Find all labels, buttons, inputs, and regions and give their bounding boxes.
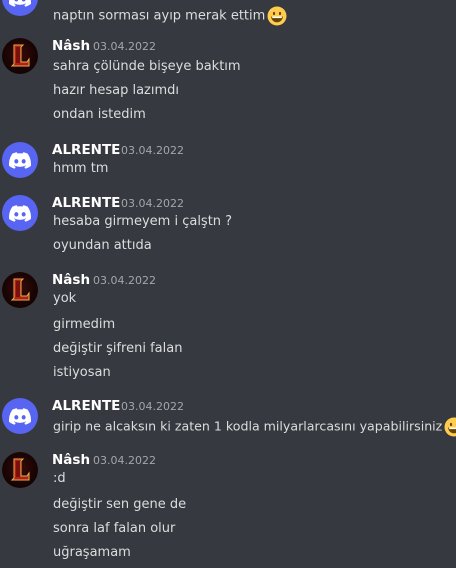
message-line: yok [53, 291, 77, 306]
timestamp: 03.04.2022 [121, 197, 184, 210]
nash-logo-icon [10, 458, 30, 481]
message-line: sonra laf falan olur [53, 521, 176, 536]
author-name[interactable]: ALRENTE [52, 142, 120, 158]
timestamp: 03.04.2022 [121, 144, 184, 157]
timestamp: 03.04.2022 [93, 40, 156, 53]
avatar[interactable] [2, 142, 38, 178]
timestamp: 03.04.2022 [93, 454, 156, 467]
author-name[interactable]: Nâsh [52, 272, 90, 288]
author-name[interactable]: ALRENTE [52, 398, 120, 414]
discord-logo-icon [9, 407, 31, 425]
avatar[interactable] [2, 38, 38, 74]
discord-logo-icon [9, 0, 31, 7]
nash-logo-icon [10, 44, 30, 67]
avatar[interactable] [2, 398, 38, 434]
author-name[interactable]: Nâsh [52, 452, 90, 468]
nash-logo-icon [10, 278, 30, 301]
message-line: değiştir şifreni falan [53, 341, 183, 356]
timestamp: 03.04.2022 [93, 274, 156, 287]
message-line: hesaba girmeyem i çalştn ? [53, 214, 233, 229]
message-line: :d [53, 471, 66, 486]
grinning-face-icon [444, 417, 456, 437]
avatar[interactable] [2, 195, 38, 231]
author-name[interactable]: Nâsh [52, 38, 90, 54]
timestamp: 03.04.2022 [121, 400, 184, 413]
avatar[interactable] [2, 272, 38, 308]
author-name[interactable]: ALRENTE [52, 195, 120, 211]
message-line: naptın sorması ayıp merak ettim [53, 6, 287, 26]
message-line: istiyosan [53, 365, 111, 380]
message-line: hmm tm [53, 161, 109, 176]
message-line: değiştir sen gene de [53, 497, 187, 512]
message-line: girip ne alcaksın ki zaten 1 kodla milya… [53, 417, 456, 437]
message-line: uğraşamam [53, 545, 131, 560]
message-line: girmedim [53, 317, 116, 332]
message-line: oyundan attıda [53, 238, 152, 253]
message-line: sahra çölünde bişeye baktım [53, 59, 241, 74]
avatar[interactable] [2, 0, 38, 16]
avatar[interactable] [2, 452, 38, 488]
discord-logo-icon [9, 151, 31, 169]
message-line: hazır hesap lazımdı [53, 83, 180, 98]
grinning-face-icon [267, 6, 287, 26]
discord-logo-icon [9, 204, 31, 222]
message-line: ondan istedim [53, 107, 146, 122]
